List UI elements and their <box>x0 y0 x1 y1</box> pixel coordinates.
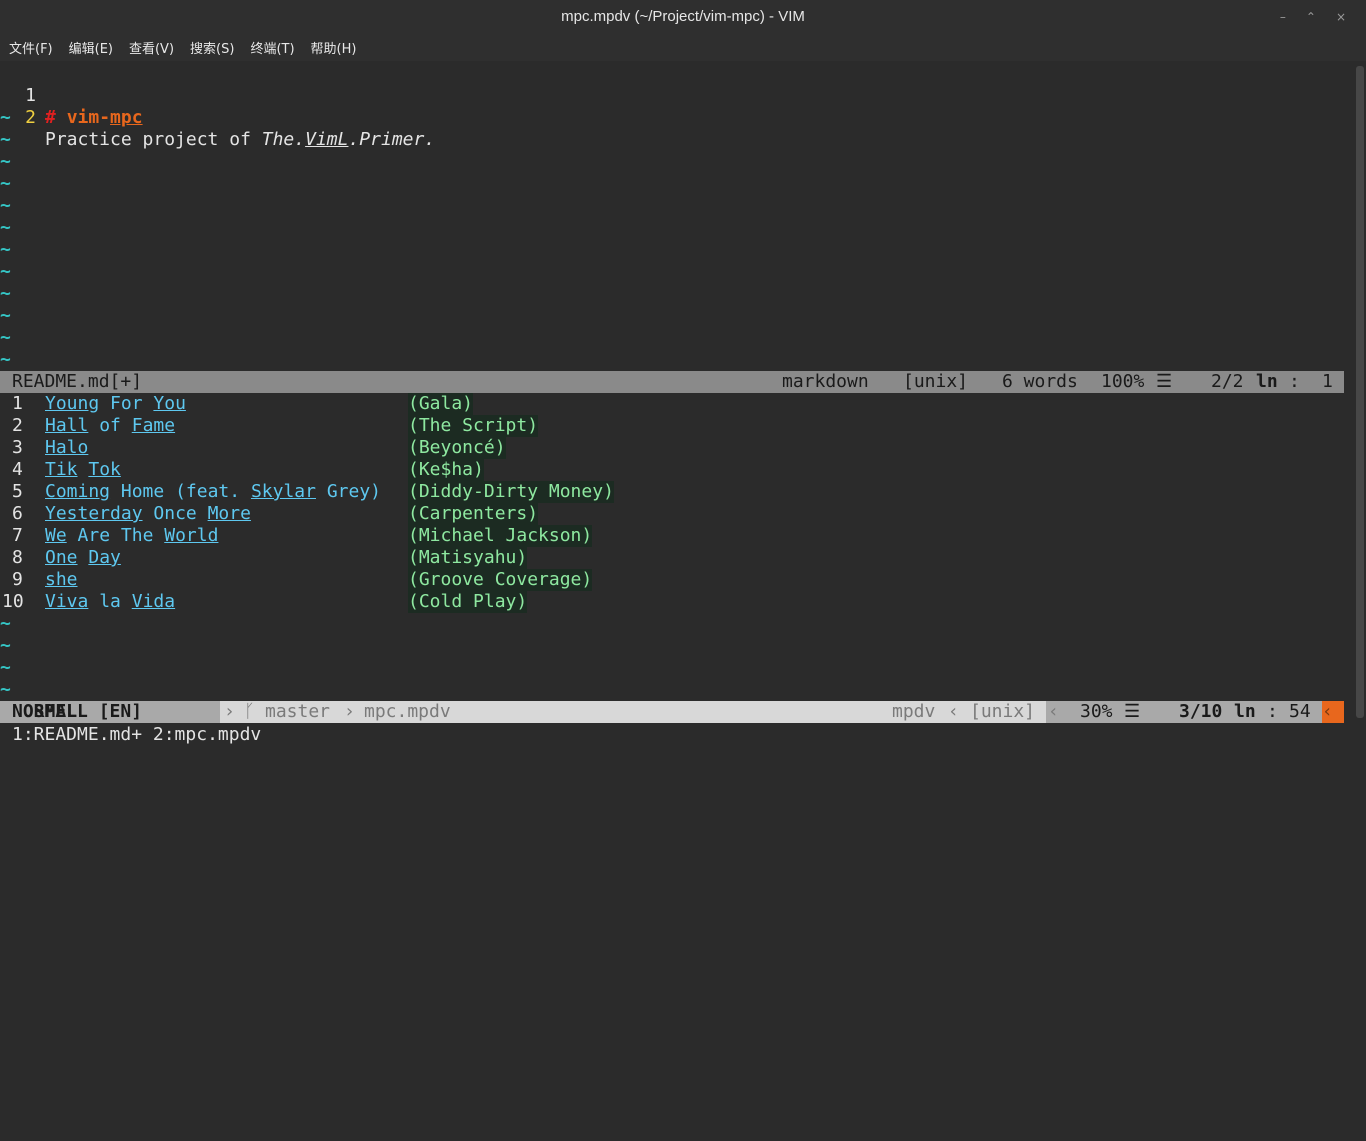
song-artist: (Matisyahu) <box>408 547 528 569</box>
window-controls: – ⌃ × <box>1280 0 1346 33</box>
line-number-icon: ln <box>1256 371 1278 392</box>
song-title: Young For You <box>45 393 186 414</box>
status-position: 2/2 <box>1211 371 1244 392</box>
status-wordcount: 6 words <box>1002 371 1078 392</box>
song-artist: (The Script) <box>408 415 539 437</box>
song-artist: (Beyoncé) <box>408 437 506 459</box>
tilde-marker: ~ <box>0 217 11 238</box>
tilde-marker: ~ <box>0 173 11 194</box>
lines-icon: ☰ <box>1156 371 1173 392</box>
tilde-marker: ~ <box>0 349 11 370</box>
vertical-scrollbar[interactable] <box>1356 66 1364 718</box>
status-filetype: markdown <box>782 371 869 392</box>
tilde-marker: ~ <box>0 657 11 678</box>
menu-bar: 文件(F) 编辑(E) 查看(V) 搜索(S) 终端(T) 帮助(H) <box>0 33 1366 61</box>
status-fileformat: [unix] <box>903 371 969 392</box>
line-number: 7 <box>12 525 23 546</box>
close-icon[interactable]: × <box>1336 10 1346 24</box>
menu-help[interactable]: 帮助(H) <box>311 38 357 57</box>
status-filename: README.md[+] <box>12 371 143 392</box>
status-colon: : <box>1267 701 1278 722</box>
song-title: she <box>45 569 78 590</box>
menu-terminal[interactable]: 终端(T) <box>250 38 294 57</box>
tilde-marker: ~ <box>0 239 11 260</box>
buffer-text: Practice project of The.VimL.Primer. <box>45 129 436 150</box>
menu-view[interactable]: 查看(V) <box>129 38 174 57</box>
status-column: 54 <box>1289 701 1311 722</box>
song-artist: (Groove Coverage) <box>408 569 593 591</box>
tilde-marker: ~ <box>0 107 11 128</box>
song-title: Tik Tok <box>45 459 121 480</box>
buffer-line: 1 # vim-mpc <box>0 63 142 128</box>
separator-icon: › <box>344 701 355 722</box>
maximize-icon[interactable]: ⌃ <box>1306 10 1316 24</box>
song-title: One Day <box>45 547 121 568</box>
playlist-pane[interactable]: 1 Young For You (Gala) 2 Hall of Fame (The Sc… <box>0 393 1344 701</box>
song-artist: (Gala) <box>408 393 474 415</box>
line-number: 1 <box>12 393 23 414</box>
status-position: 3/10 <box>1179 701 1223 722</box>
separator-icon: › <box>224 701 235 722</box>
line-number: 2 <box>12 415 23 436</box>
tilde-marker: ~ <box>0 151 11 172</box>
status-column: 1 <box>1322 371 1333 392</box>
menu-search[interactable]: 搜索(S) <box>190 38 234 57</box>
song-artist: (Ke$ha) <box>408 459 484 481</box>
tilde-marker: ~ <box>0 283 11 304</box>
tilde-marker: ~ <box>0 305 11 326</box>
status-filename: mpc.mpdv <box>364 701 451 722</box>
window-titlebar: mpc.mpdv (~/Project/vim-mpc) - VIM – ⌃ × <box>0 0 1366 33</box>
song-artist: (Carpenters) <box>408 503 539 525</box>
git-branch-icon: ᚴ <box>244 701 255 722</box>
song-title: Coming Home (feat. Skylar Grey) <box>45 481 382 502</box>
tilde-marker: ~ <box>0 327 11 348</box>
line-number: 9 <box>12 569 23 590</box>
line-number: 6 <box>12 503 23 524</box>
song-title: Yesterday Once More <box>45 503 251 524</box>
separator-icon: ‹ <box>1048 701 1059 722</box>
buffer-line: 2 Practice project of The.VimL.Primer. <box>0 85 435 150</box>
line-number: 5 <box>12 481 23 502</box>
tilde-marker: ~ <box>0 261 11 282</box>
line-number: 8 <box>12 547 23 568</box>
song-title: We Are The World <box>45 525 219 546</box>
song-artist: (Diddy-Dirty Money) <box>408 481 614 503</box>
minimize-icon[interactable]: – <box>1280 10 1286 24</box>
tilde-marker: ~ <box>0 635 11 656</box>
readme-pane[interactable]: 1 # vim-mpc 2 Practice project of The.Vi… <box>0 63 1344 371</box>
window-title: mpc.mpdv (~/Project/vim-mpc) - VIM <box>561 8 805 25</box>
status-percent: 30% <box>1080 701 1113 722</box>
line-number: 4 <box>12 459 23 480</box>
song-title: Halo <box>45 437 89 458</box>
command-line[interactable]: 1:README.md+ 2:mpc.mpdv <box>12 724 261 746</box>
status-fileformat: [unix] <box>970 701 1036 722</box>
tilde-marker: ~ <box>0 129 11 150</box>
mode-indicator: NORMAL SPELL [EN] <box>0 701 220 723</box>
menu-edit[interactable]: 编辑(E) <box>69 38 113 57</box>
warning-indicator: ‹ <box>1322 701 1344 723</box>
line-number: 10 <box>2 591 24 612</box>
status-percent: 100% <box>1101 371 1145 392</box>
tilde-marker: ~ <box>0 613 11 634</box>
git-branch: master <box>265 701 331 722</box>
tilde-marker: ~ <box>0 679 11 700</box>
menu-file[interactable]: 文件(F) <box>9 38 53 57</box>
song-title: Hall of Fame <box>45 415 176 436</box>
status-colon: : <box>1289 371 1300 392</box>
status-filetype: mpdv <box>892 701 936 722</box>
song-artist: (Cold Play) <box>408 591 528 613</box>
line-number-icon: ln <box>1234 701 1256 722</box>
tilde-marker: ~ <box>0 195 11 216</box>
lines-icon: ☰ <box>1124 701 1141 722</box>
status-line-readme: README.md[+] markdown [unix] 6 words 100… <box>0 371 1344 393</box>
line-number: 3 <box>12 437 23 458</box>
separator-icon: ‹ <box>948 701 959 722</box>
song-title: Viva la Vida <box>45 591 176 612</box>
status-line-mpdv: NORMAL SPELL [EN] › ᚴ master › mpc.mpdv … <box>0 701 1344 723</box>
song-artist: (Michael Jackson) <box>408 525 593 547</box>
